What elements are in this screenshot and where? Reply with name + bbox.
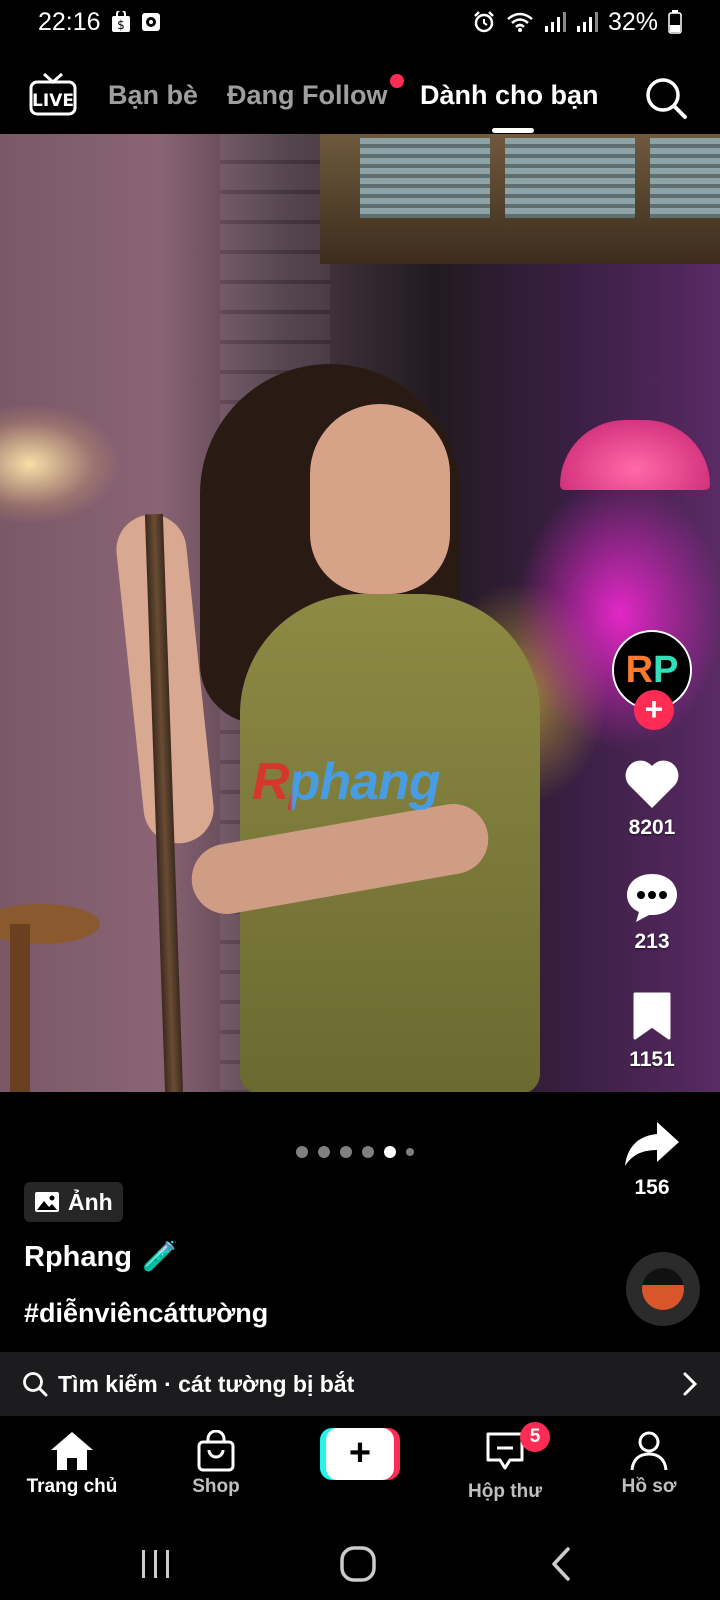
search-suggestion-bar[interactable]: Tìm kiếm · cát tường bị bắt: [0, 1352, 720, 1416]
carousel-indicator: [296, 1146, 414, 1158]
nav-shop-label: Shop: [192, 1476, 240, 1497]
nav-home[interactable]: Trang chủ: [7, 1430, 137, 1498]
nav-inbox-label: Hộp thư: [468, 1481, 542, 1502]
share-button[interactable]: 156: [612, 1118, 692, 1200]
like-button[interactable]: 8201: [612, 758, 692, 840]
nav-profile-label: Hồ sơ: [621, 1476, 677, 1497]
comment-count: 213: [634, 930, 670, 953]
live-icon[interactable]: LIVE: [28, 72, 78, 118]
signal-icon: [544, 11, 566, 33]
image-icon: [35, 1192, 59, 1212]
share-icon: [625, 1122, 679, 1166]
nav-shop[interactable]: Shop: [151, 1430, 281, 1498]
top-nav: LIVE Bạn bè Đang Follow Dành cho bạn: [0, 58, 720, 134]
save-count: 1151: [629, 1048, 675, 1071]
tab-following[interactable]: Đang Follow: [227, 80, 387, 111]
following-notification-dot: [390, 74, 404, 88]
save-button[interactable]: 1151: [612, 990, 692, 1072]
carousel-dot: [340, 1146, 352, 1158]
carousel-dot: [406, 1148, 414, 1156]
tab-for-you[interactable]: Dành cho bạn: [420, 80, 599, 111]
media-notification-icon: [141, 12, 161, 32]
back-icon[interactable]: [542, 1544, 582, 1584]
nav-inbox[interactable]: 5 Hộp thư: [440, 1422, 570, 1503]
carousel-dot: [362, 1146, 374, 1158]
alarm-icon: [472, 10, 496, 34]
system-navigation-bar: [0, 1524, 720, 1600]
creator-username[interactable]: Rphang 🧪: [24, 1240, 178, 1274]
chevron-right-icon: [683, 1372, 698, 1396]
woman-face: [310, 404, 450, 594]
stool-leg: [10, 924, 30, 1092]
status-bar: 22:16 $ 32%: [0, 0, 720, 44]
carousel-dot: [296, 1146, 308, 1158]
search-icon: [23, 1372, 48, 1397]
home-icon: [51, 1432, 93, 1470]
plus-icon: +: [326, 1428, 394, 1480]
photo-mode-badge: Ảnh: [24, 1182, 123, 1222]
post-caption-hashtag[interactable]: #diễnviêncáttường: [24, 1298, 268, 1329]
comment-button[interactable]: 213: [612, 870, 692, 954]
shopping-bag-icon: $: [111, 11, 131, 33]
svg-text:$: $: [117, 18, 125, 32]
watermark: Rphang: [252, 753, 441, 811]
profile-icon: [630, 1431, 668, 1471]
nav-profile[interactable]: Hồ sơ: [584, 1430, 714, 1498]
like-count: 8201: [628, 816, 676, 839]
bookmark-icon: [633, 992, 671, 1040]
comment-icon: [627, 874, 677, 922]
inbox-badge: 5: [520, 1422, 550, 1452]
username-text: Rphang: [24, 1240, 132, 1273]
heart-icon: [625, 760, 679, 808]
music-disc-icon[interactable]: [626, 1252, 700, 1326]
tab-friends[interactable]: Bạn bè: [108, 80, 198, 111]
bottom-nav: Trang chủ Shop + 5 Hộp thư Hồ sơ: [0, 1416, 720, 1524]
active-tab-indicator: [492, 128, 534, 133]
ceiling: [320, 134, 720, 264]
share-count: 156: [634, 1176, 670, 1199]
wifi-icon: [506, 11, 534, 33]
svg-text:LIVE: LIVE: [32, 91, 74, 111]
recent-apps-icon[interactable]: [136, 1544, 176, 1584]
search-icon[interactable]: [644, 76, 688, 120]
nav-home-label: Trang chủ: [26, 1476, 118, 1497]
signal-icon: [576, 11, 598, 33]
battery-icon: [668, 10, 682, 34]
carousel-dot-active: [384, 1146, 396, 1158]
test-tube-emoji: 🧪: [141, 1241, 179, 1273]
create-button[interactable]: +: [320, 1428, 400, 1480]
battery-percent: 32%: [607, 7, 658, 36]
status-time: 22:16: [38, 7, 101, 36]
pink-umbrella: [560, 420, 710, 490]
photo-badge-label: Ảnh: [68, 1188, 113, 1215]
shopping-bag-icon: [197, 1430, 235, 1472]
follow-plus-icon[interactable]: +: [634, 690, 674, 730]
home-system-icon[interactable]: [338, 1544, 378, 1584]
search-suggestion-text: Tìm kiếm · cát tường bị bắt: [58, 1370, 355, 1397]
carousel-dot: [318, 1146, 330, 1158]
